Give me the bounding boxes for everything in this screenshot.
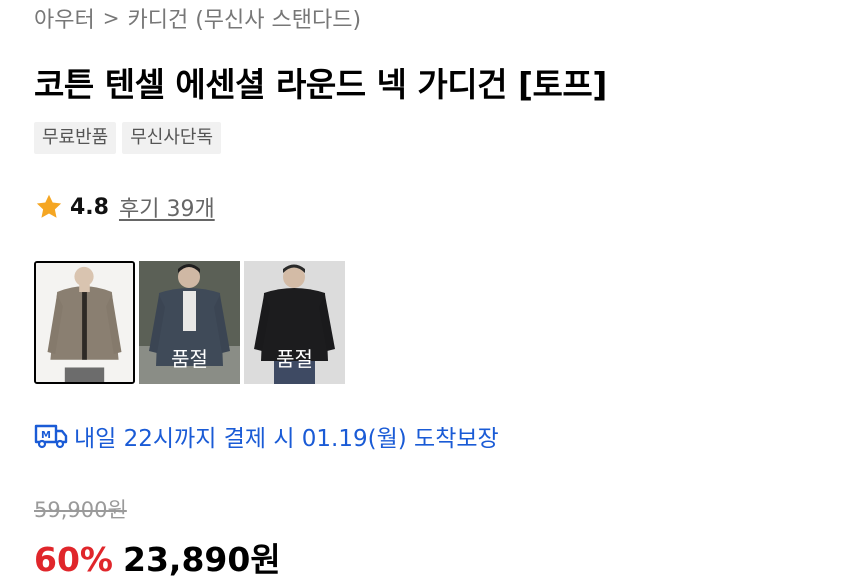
color-option-taupe[interactable] (34, 261, 135, 384)
breadcrumb-separator: > (102, 6, 120, 30)
original-price: 59,900원 (34, 498, 127, 522)
final-price: 23,890원 (123, 540, 281, 579)
thumbnail-image-taupe (36, 263, 133, 382)
price-row: 60% 23,890원 (34, 533, 281, 581)
product-title: 코튼 텐셀 에센셜 라운드 넥 가디건 [토프] (34, 65, 607, 104)
rating-score: 4.8 (70, 194, 109, 220)
discount-rate: 60% (34, 540, 113, 579)
breadcrumb: 아우터 > 카디건 (무신사 스탠다드) (34, 2, 362, 34)
delivery-text: 내일 22시까지 결제 시 01.19(월) 도착보장 (74, 426, 499, 452)
product-tags: 무료반품 무신사단독 (34, 122, 222, 154)
sold-out-label: 품절 (171, 347, 208, 371)
sold-out-label: 품절 (276, 347, 313, 371)
svg-text:M: M (41, 430, 51, 441)
breadcrumb-category-link[interactable]: 아우터 (34, 2, 95, 34)
tag-free-return: 무료반품 (34, 122, 117, 154)
delivery-guarantee: M 내일 22시까지 결제 시 01.19(월) 도착보장 (34, 420, 499, 452)
delivery-truck-icon: M (34, 424, 68, 449)
reviews-link[interactable]: 후기 39개 (119, 191, 215, 223)
color-options: 품절 품절 (34, 261, 345, 384)
color-option-charcoal[interactable]: 품절 (139, 261, 240, 384)
rating-summary: 4.8 후기 39개 (34, 190, 215, 224)
breadcrumb-subcategory-link[interactable]: 카디건 (무신사 스탠다드) (128, 2, 362, 34)
color-option-black[interactable]: 품절 (244, 261, 345, 384)
star-icon (36, 194, 62, 218)
tag-exclusive: 무신사단독 (122, 122, 222, 154)
